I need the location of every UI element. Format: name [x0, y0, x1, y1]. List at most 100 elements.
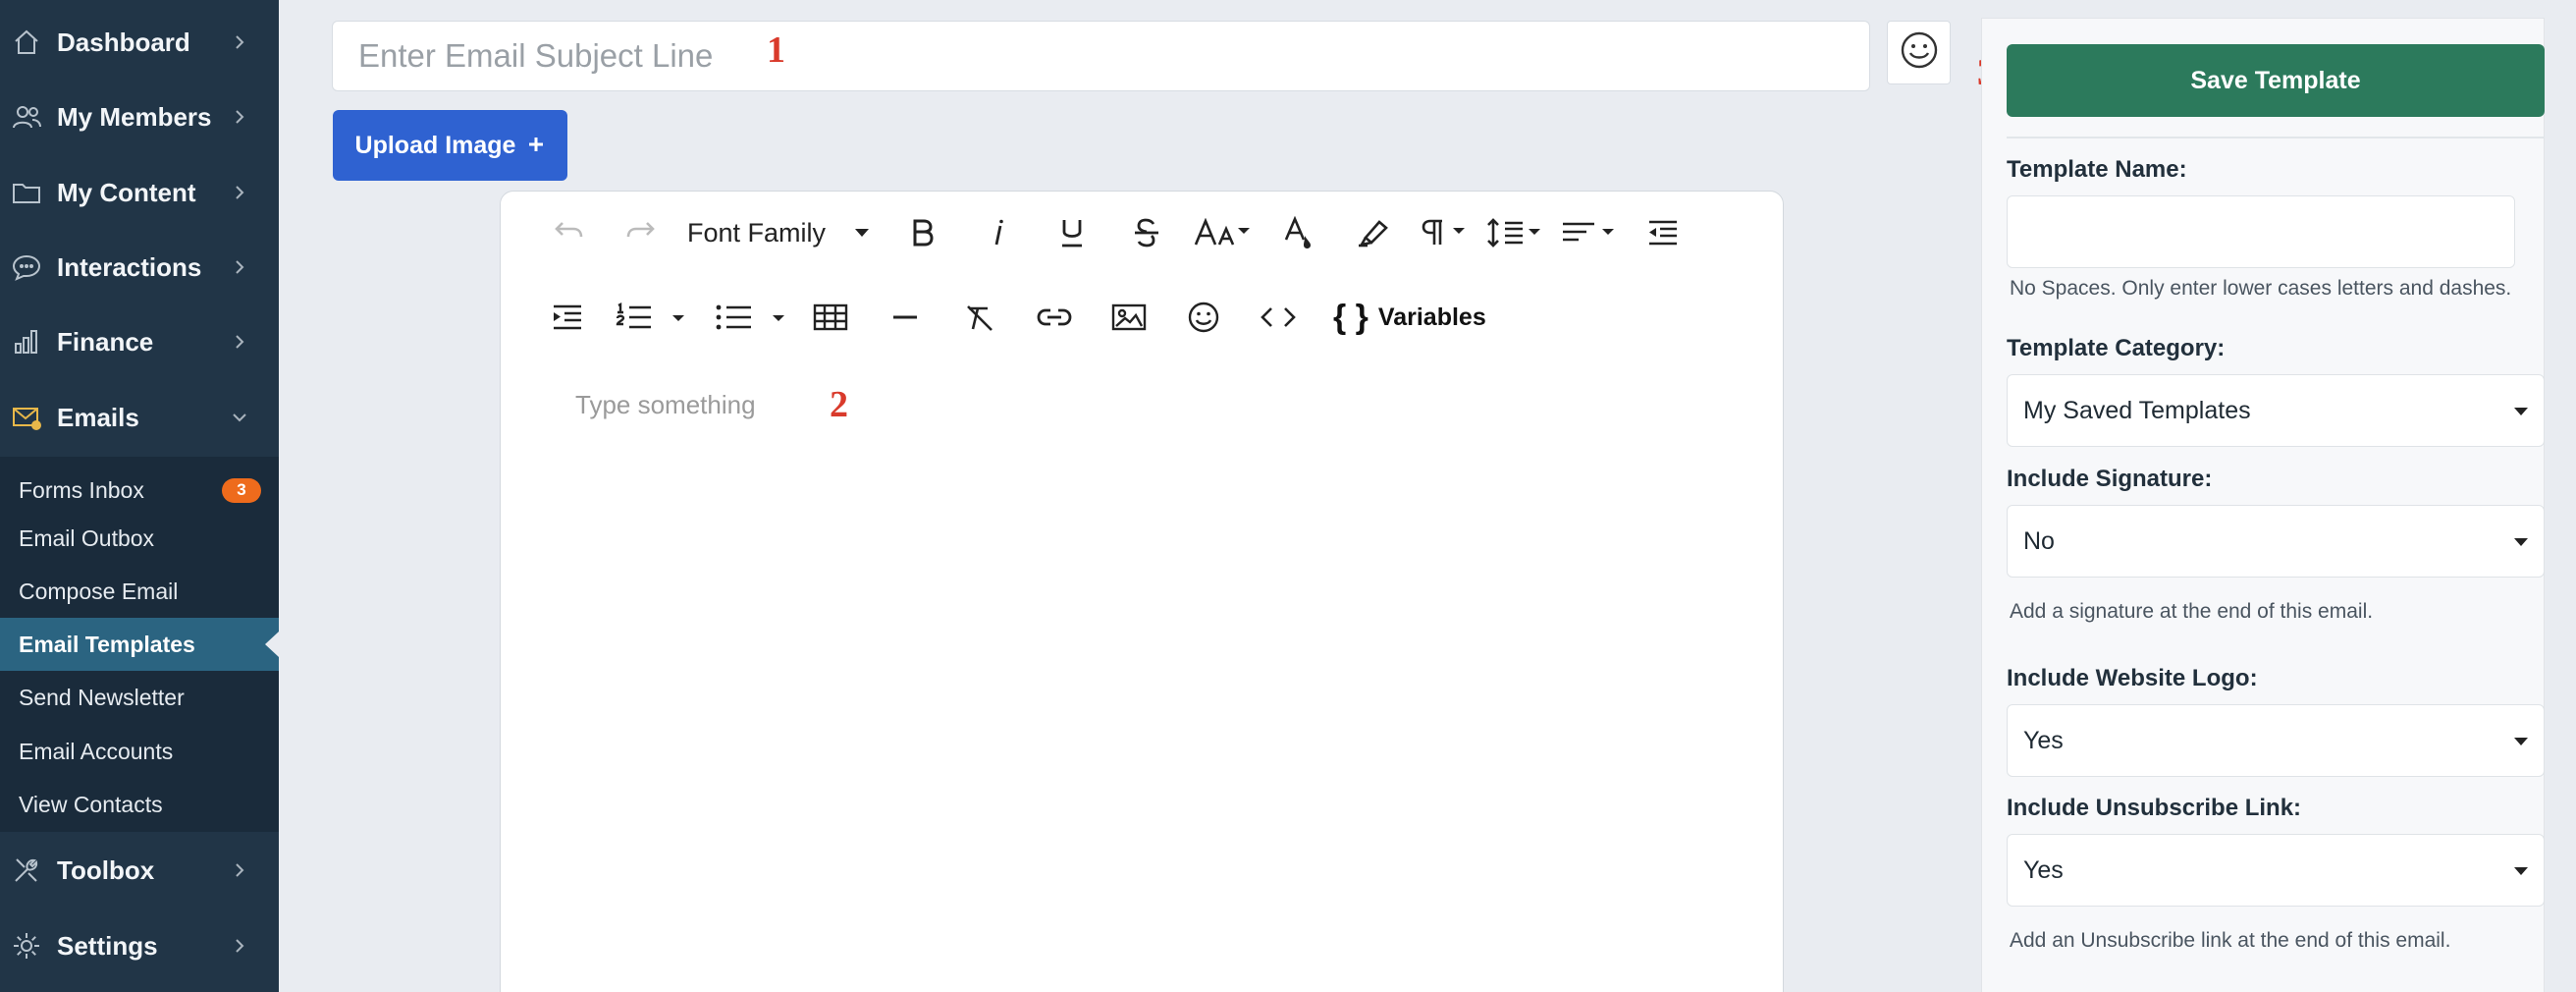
pilcrow-icon	[1420, 218, 1467, 248]
plus-icon	[527, 132, 545, 160]
annotation-marker-2: 2	[830, 384, 848, 425]
sidebar-item-my-members[interactable]: My Members	[0, 80, 279, 154]
clear-format-icon	[964, 303, 995, 332]
sidebar-subitem-label: Email Templates	[19, 631, 195, 657]
include-unsubscribe-value: Yes	[2023, 855, 2064, 884]
caret-down-icon	[2514, 538, 2528, 546]
text-color-button[interactable]	[1270, 203, 1325, 262]
insert-table-button[interactable]	[803, 288, 858, 347]
clear-formatting-button[interactable]	[952, 288, 1007, 347]
redo-icon	[624, 219, 660, 247]
insert-emoji-button[interactable]	[1176, 288, 1231, 347]
caret-down-icon	[855, 229, 870, 237]
count-badge: 3	[222, 477, 261, 503]
chevron-right-icon	[232, 334, 247, 350]
underline-button[interactable]	[1045, 203, 1100, 262]
editor-body-placeholder[interactable]: Type something	[575, 390, 756, 420]
include-logo-select[interactable]: Yes	[2007, 704, 2545, 777]
bold-button[interactable]	[895, 203, 950, 262]
sidebar-subitem-view-contacts[interactable]: View Contacts	[0, 778, 279, 831]
sidebar-item-interactions[interactable]: Interactions	[0, 230, 279, 304]
line-height-icon	[1485, 217, 1542, 248]
chevron-right-icon	[232, 109, 247, 125]
ordered-list-icon	[614, 303, 688, 332]
sidebar-subitem-email-templates[interactable]: Email Templates	[0, 618, 279, 671]
sidebar-subitem-label: Compose Email	[19, 578, 179, 604]
highlight-button[interactable]	[1345, 203, 1400, 262]
insert-link-button[interactable]	[1027, 288, 1082, 347]
template-category-select[interactable]: My Saved Templates	[2007, 374, 2545, 447]
upload-image-label: Upload Image	[354, 131, 516, 159]
sidebar-item-settings[interactable]: Settings	[0, 909, 279, 983]
sidebar-subitem-label: Email Outbox	[19, 524, 155, 551]
sidebar-item-label: Emails	[57, 402, 139, 432]
sidebar-subitem-label: Email Accounts	[19, 738, 174, 764]
sidebar-subitem-compose-email[interactable]: Compose Email	[0, 565, 279, 618]
sidebar-item-my-content[interactable]: My Content	[0, 155, 279, 230]
code-view-button[interactable]	[1251, 288, 1306, 347]
include-signature-select[interactable]: No	[2007, 505, 2545, 578]
sidebar-item-toolbox[interactable]: Toolbox	[0, 833, 279, 908]
include-unsubscribe-label: Include Unsubscribe Link:	[2007, 795, 2302, 821]
rich-text-editor: Font Family {} Variables Type something	[500, 191, 1784, 992]
variables-button[interactable]: { } Variables	[1333, 288, 1486, 347]
divider	[2007, 137, 2545, 138]
sidebar-item-label: My Members	[57, 101, 212, 132]
template-name-input[interactable]	[2007, 195, 2515, 268]
align-dropdown[interactable]	[1557, 203, 1620, 262]
sidebar-subitem-email-accounts[interactable]: Email Accounts	[0, 725, 279, 778]
include-logo-label: Include Website Logo:	[2007, 665, 2258, 691]
folder-icon	[10, 176, 43, 209]
upload-image-button[interactable]: Upload Image	[333, 110, 567, 181]
ordered-list-dropdown[interactable]	[611, 288, 691, 347]
strikethrough-icon	[1132, 217, 1161, 248]
table-icon	[813, 303, 848, 332]
caret-down-icon	[2514, 738, 2528, 745]
sidebar-subitem-email-outbox[interactable]: Email Outbox	[0, 512, 279, 565]
sidebar-item-emails[interactable]: Emails	[0, 380, 279, 455]
smiley-icon	[1187, 301, 1220, 334]
chevron-down-icon	[232, 410, 247, 425]
font-size-dropdown[interactable]	[1186, 203, 1261, 262]
chevron-right-icon	[232, 34, 247, 50]
include-unsubscribe-select[interactable]: Yes	[2007, 834, 2545, 907]
sidebar-subitem-send-newsletter[interactable]: Send Newsletter	[0, 671, 279, 724]
paragraph-format-dropdown[interactable]	[1414, 203, 1473, 262]
code-icon	[1260, 304, 1297, 330]
bullet-list-dropdown[interactable]	[711, 288, 791, 347]
gear-icon	[10, 929, 43, 963]
align-left-icon	[1560, 219, 1617, 247]
horizontal-line-button[interactable]	[878, 288, 933, 347]
sidebar-subitem-forms-inbox[interactable]: Forms Inbox 3	[0, 464, 279, 517]
include-signature-label: Include Signature:	[2007, 466, 2213, 492]
sidebar-item-finance[interactable]: Finance	[0, 304, 279, 379]
subject-input[interactable]	[332, 21, 1870, 91]
font-family-dropdown[interactable]: Font Family	[687, 203, 884, 262]
save-template-button[interactable]: Save Template	[2007, 44, 2545, 117]
smiley-icon	[1899, 29, 1940, 76]
insert-image-button[interactable]	[1101, 288, 1156, 347]
sidebar-subitem-label: Send Newsletter	[19, 684, 185, 710]
font-family-label: Font Family	[687, 217, 827, 248]
underline-icon	[1058, 217, 1086, 248]
caret-down-icon	[2514, 408, 2528, 415]
template-name-label: Template Name:	[2007, 156, 2187, 183]
sidebar: Dashboard My Members My Content Interact…	[0, 0, 279, 992]
font-size-icon	[1193, 218, 1254, 248]
indent-button[interactable]	[540, 288, 595, 347]
sidebar-subitem-label: View Contacts	[19, 791, 163, 817]
undo-button[interactable]	[540, 203, 595, 262]
template-settings-panel: Save Template Template Name: No Spaces. …	[1981, 18, 2545, 992]
strikethrough-button[interactable]	[1119, 203, 1174, 262]
redo-button[interactable]	[615, 203, 670, 262]
template-name-help: No Spaces. Only enter lower cases letter…	[2010, 277, 2512, 300]
template-category-label: Template Category:	[2007, 335, 2226, 361]
italic-button[interactable]	[970, 203, 1025, 262]
sidebar-subitem-label: Forms Inbox	[19, 476, 144, 503]
bar-chart-icon	[10, 325, 43, 358]
emoji-button[interactable]	[1887, 21, 1951, 84]
outdent-button[interactable]	[1636, 203, 1690, 262]
variables-label: Variables	[1377, 303, 1486, 331]
line-height-dropdown[interactable]	[1482, 203, 1545, 262]
sidebar-item-dashboard[interactable]: Dashboard	[0, 5, 279, 80]
